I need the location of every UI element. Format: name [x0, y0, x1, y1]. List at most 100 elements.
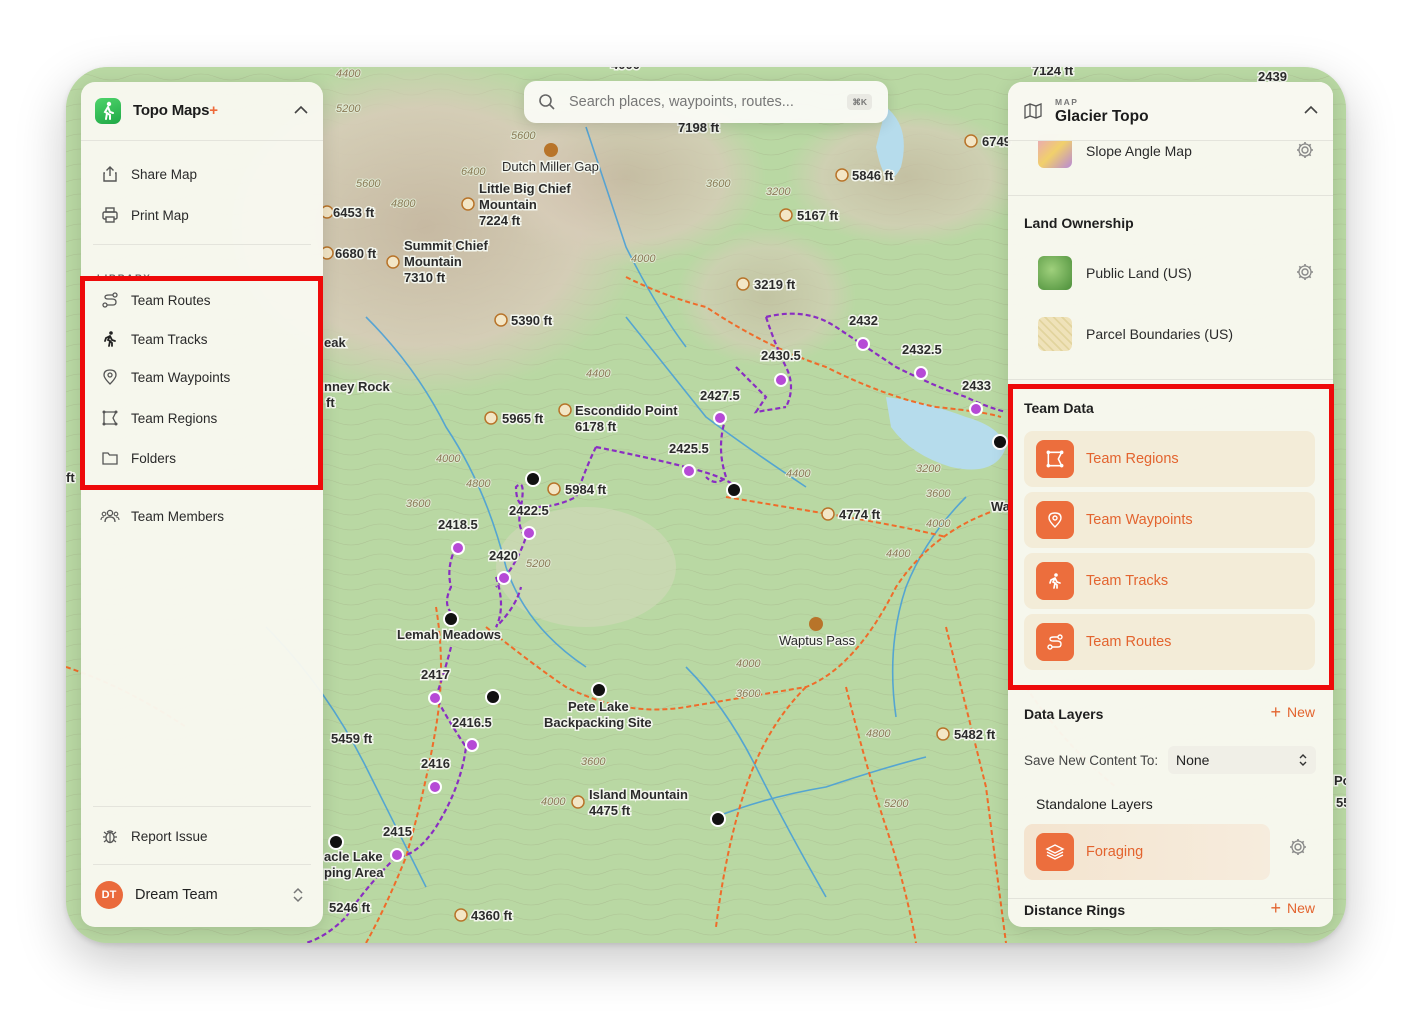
svg-text:2430.5: 2430.5 — [761, 348, 801, 363]
svg-text:2417: 2417 — [421, 667, 450, 682]
svg-text:5482 ft: 5482 ft — [954, 727, 996, 742]
team-data-routes[interactable]: Team Routes — [1024, 614, 1315, 670]
svg-text:Backpacking Site: Backpacking Site — [544, 715, 652, 730]
library-item-folders[interactable]: Folders — [97, 443, 307, 473]
divider — [1008, 195, 1333, 196]
svg-text:7310 ft: 7310 ft — [404, 270, 446, 285]
team-members-button[interactable]: Team Members — [97, 501, 307, 531]
svg-text:Summit Chief: Summit Chief — [404, 238, 488, 253]
bug-icon — [99, 825, 121, 847]
svg-text:3219 ft: 3219 ft — [754, 277, 796, 292]
svg-text:3200: 3200 — [916, 463, 941, 475]
panel-kicker: MAP — [1055, 97, 1079, 107]
svg-text:ping Area: ping Area — [324, 865, 384, 880]
team-members-label: Team Members — [131, 508, 225, 524]
svg-text:4000: 4000 — [736, 658, 761, 670]
svg-text:6178 ft: 6178 ft — [575, 419, 617, 434]
chevron-updown-icon — [1298, 753, 1308, 772]
pin-icon — [99, 366, 121, 388]
gear-icon[interactable] — [1288, 837, 1331, 862]
library-item-label: Folders — [131, 450, 177, 466]
team-data-label: Team Routes — [1086, 634, 1172, 650]
svg-text:3600: 3600 — [406, 498, 431, 510]
share-map-button[interactable]: Share Map — [97, 159, 307, 189]
layers-icon — [1036, 833, 1074, 871]
new-distance-ring-button[interactable]: + New — [1270, 898, 1315, 918]
chevron-up-icon[interactable] — [1303, 102, 1319, 123]
svg-text:2420: 2420 — [489, 548, 518, 563]
svg-text:2418.5: 2418.5 — [438, 517, 478, 532]
library-item-label: Team Tracks — [131, 331, 208, 347]
search-bar[interactable]: Search places, waypoints, routes... ⌘K — [524, 81, 888, 123]
svg-text:6453 ft: 6453 ft — [333, 205, 375, 220]
svg-text:5965 ft: 5965 ft — [502, 411, 544, 426]
land-ownership-heading: Land Ownership — [1024, 215, 1134, 231]
new-label: New — [1286, 900, 1315, 916]
library-item-team-routes[interactable]: Team Routes — [97, 285, 307, 315]
sidebar-header: Topo Maps+ — [81, 82, 323, 141]
svg-text:3600: 3600 — [736, 688, 761, 700]
print-map-button[interactable]: Print Map — [97, 200, 307, 230]
hiker-icon — [99, 328, 121, 350]
divider — [93, 806, 311, 807]
svg-text:5984 ft: 5984 ft — [565, 482, 607, 497]
library-item-team-waypoints[interactable]: Team Waypoints — [97, 362, 307, 392]
svg-text:4400: 4400 — [586, 368, 611, 380]
svg-text:Waptus Pass: Waptus Pass — [779, 633, 856, 648]
library-item-team-regions[interactable]: Team Regions — [97, 403, 307, 433]
print-map-label: Print Map — [131, 207, 189, 223]
svg-text:Lemah Meadows: Lemah Meadows — [397, 627, 501, 642]
team-data-regions[interactable]: Team Regions — [1024, 431, 1315, 487]
layer-foraging[interactable]: Foraging — [1024, 824, 1270, 880]
share-map-label: Share Map — [131, 166, 198, 182]
team-data-waypoints[interactable]: Team Waypoints — [1024, 492, 1315, 548]
library-item-label: Team Waypoints — [131, 369, 231, 385]
svg-text:4800: 4800 — [866, 728, 891, 740]
library-item-label: Team Routes — [131, 292, 211, 308]
library-heading: LIBRARY — [97, 273, 152, 284]
save-content-select[interactable]: None — [1168, 746, 1316, 774]
svg-text:Dutch Miller Gap: Dutch Miller Gap — [502, 159, 599, 174]
svg-text:2427.5: 2427.5 — [700, 388, 740, 403]
library-item-team-tracks[interactable]: Team Tracks — [97, 324, 307, 354]
svg-text:ft: ft — [66, 470, 75, 485]
team-switcher[interactable]: DT Dream Team — [93, 875, 311, 915]
svg-text:4400: 4400 — [336, 68, 361, 80]
svg-text:4475 ft: 4475 ft — [589, 803, 631, 818]
public-land-thumbnail — [1038, 256, 1072, 290]
data-layers-heading: Data Layers — [1024, 706, 1104, 722]
chevron-up-icon[interactable] — [293, 102, 309, 118]
search-icon — [538, 93, 556, 116]
svg-text:2422.5: 2422.5 — [509, 503, 549, 518]
svg-text:4000: 4000 — [611, 67, 640, 72]
new-data-layer-button[interactable]: + New — [1270, 703, 1315, 721]
svg-text:2415: 2415 — [383, 824, 412, 839]
svg-text:4000: 4000 — [631, 253, 656, 265]
divider — [1008, 898, 1333, 899]
svg-text:eak: eak — [324, 335, 346, 350]
svg-text:ft: ft — [326, 395, 335, 410]
chevron-updown-icon — [291, 886, 305, 909]
report-issue-button[interactable]: Report Issue — [97, 821, 307, 851]
team-data-tracks[interactable]: Team Tracks — [1024, 553, 1315, 609]
svg-text:4800: 4800 — [466, 478, 491, 490]
plus-icon: + — [1270, 898, 1281, 918]
svg-text:5200: 5200 — [526, 558, 551, 570]
layer-public-land[interactable]: Public Land (US) — [1024, 249, 1317, 297]
svg-text:4774 ft: 4774 ft — [839, 507, 881, 522]
share-icon — [99, 163, 121, 185]
avatar: DT — [95, 881, 123, 909]
layer-parcel-boundaries[interactable]: Parcel Boundaries (US) — [1024, 310, 1317, 358]
svg-text:Little Big Chief: Little Big Chief — [479, 181, 571, 196]
gear-icon[interactable] — [1295, 262, 1315, 287]
layer-label: Parcel Boundaries (US) — [1086, 326, 1234, 342]
layer-label: Slope Angle Map — [1086, 143, 1192, 159]
search-input[interactable]: Search places, waypoints, routes... — [569, 94, 794, 110]
folder-icon — [99, 447, 121, 469]
route-icon — [99, 289, 121, 311]
region-icon — [99, 407, 121, 429]
svg-text:5390 ft: 5390 ft — [511, 313, 553, 328]
svg-text:7224 ft: 7224 ft — [479, 213, 521, 228]
divider — [93, 244, 311, 245]
gear-icon[interactable] — [1295, 140, 1315, 165]
